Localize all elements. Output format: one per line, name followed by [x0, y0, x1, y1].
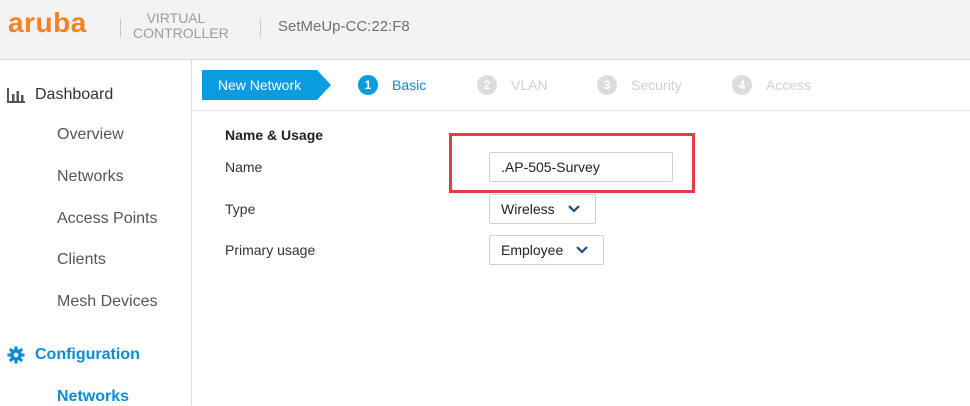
type-label: Type [225, 201, 256, 217]
sidebar-item-configuration[interactable]: Configuration [6, 346, 140, 364]
step-label: Basic [392, 77, 427, 93]
highlight-box [449, 133, 695, 193]
header-divider [260, 19, 261, 37]
primary-usage-label: Primary usage [225, 242, 316, 258]
product-name: VIRTUAL CONTROLLER [133, 10, 229, 41]
step-number: 4 [732, 75, 752, 95]
type-select-value: Wireless [501, 201, 555, 217]
chevron-down-icon [576, 246, 588, 254]
sidebar-item-access-points[interactable]: Access Points [57, 210, 157, 228]
header-divider [120, 19, 121, 37]
sidebar-item-configuration-label: Configuration [35, 346, 140, 363]
wizard-step-access[interactable]: 4 Access [732, 75, 811, 95]
sidebar-item-config-networks[interactable]: Networks [57, 388, 129, 406]
step-label: Security [631, 77, 682, 93]
wizard-steps: New Network 1 Basic 2 VLAN 3 Security 4 … [192, 60, 970, 111]
primary-usage-select-value: Employee [501, 242, 564, 258]
new-network-arrow [317, 70, 331, 100]
type-select[interactable]: Wireless [489, 194, 596, 224]
step-number: 3 [597, 75, 617, 95]
step-label: Access [766, 77, 812, 93]
bar-chart-icon [7, 88, 25, 103]
aruba-logo[interactable]: aruba [8, 8, 87, 38]
top-bar: aruba VIRTUAL CONTROLLER SetMeUp-CC:22:F… [0, 0, 970, 60]
sidebar-item-dashboard-label: Dashboard [35, 86, 114, 103]
sidebar-item-overview[interactable]: Overview [57, 126, 124, 144]
product-name-line2: CONTROLLER [133, 25, 229, 41]
step-label: VLAN [511, 77, 548, 93]
sidebar: Dashboard Overview Networks Access Point… [0, 60, 192, 405]
sidebar-item-mesh-devices[interactable]: Mesh Devices [57, 293, 157, 311]
sidebar-item-dashboard[interactable]: Dashboard [6, 86, 113, 104]
sidebar-item-clients[interactable]: Clients [57, 251, 106, 269]
step-number: 2 [477, 75, 497, 95]
wizard-step-vlan[interactable]: 2 VLAN [477, 75, 548, 95]
controller-name: SetMeUp-CC:22:F8 [278, 18, 410, 35]
wizard-step-basic[interactable]: 1 Basic [358, 75, 426, 95]
main-content: New Network 1 Basic 2 VLAN 3 Security 4 … [192, 60, 970, 405]
product-name-line1: VIRTUAL [146, 10, 206, 26]
step-number: 1 [358, 75, 378, 95]
sidebar-item-networks[interactable]: Networks [57, 168, 124, 186]
primary-usage-select[interactable]: Employee [489, 235, 604, 265]
new-network-badge: New Network [202, 70, 317, 100]
gear-icon [7, 346, 25, 364]
section-title: Name & Usage [225, 127, 324, 143]
chevron-down-icon [568, 205, 580, 213]
name-label: Name [225, 159, 263, 175]
wizard-step-security[interactable]: 3 Security [597, 75, 682, 95]
